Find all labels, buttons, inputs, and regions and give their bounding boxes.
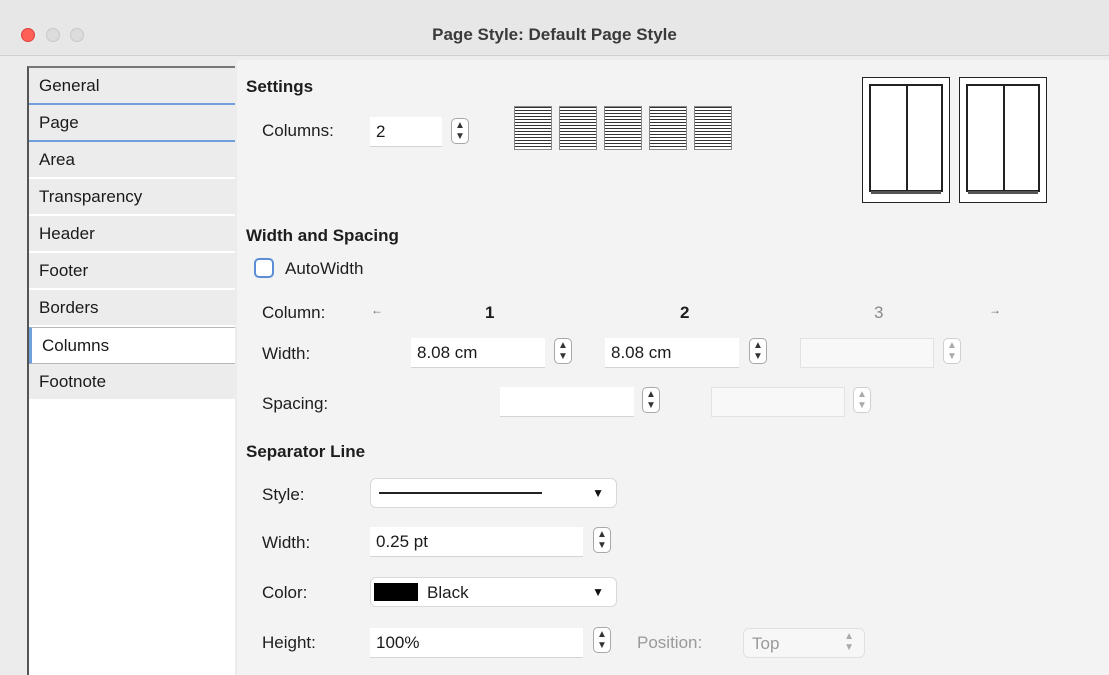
page-preview-right (959, 77, 1047, 203)
settings-heading: Settings (246, 77, 314, 96)
autowidth-label: AutoWidth (285, 259, 364, 278)
column-3-width-stepper-icon[interactable]: ▲ ▼ (943, 338, 961, 364)
style-dropdown[interactable]: ▼ (370, 478, 617, 508)
line-width-input[interactable]: 0.25 pt (370, 527, 583, 557)
line-width-label: Width: (262, 533, 311, 552)
column-1-width-stepper-icon[interactable]: ▲ ▼ (554, 338, 572, 364)
height-label: Height: (262, 633, 316, 652)
column-1-width-input[interactable]: 8.08 cm (411, 338, 545, 368)
position-value: Top (752, 634, 780, 653)
arrow-right-icon[interactable]: → (989, 303, 1001, 317)
columns-label: Columns: (262, 121, 334, 140)
width-spacing-heading: Width and Spacing (246, 226, 399, 245)
tab-page[interactable]: Page (29, 105, 235, 142)
stepper-icon: ▲ ▼ (844, 631, 854, 653)
column-2-width-stepper-icon[interactable]: ▲ ▼ (749, 338, 767, 364)
layout-left-big-button[interactable] (649, 106, 687, 150)
tab-transparency[interactable]: Transparency (29, 179, 235, 216)
line-style-preview (379, 492, 542, 494)
spacing-2-input[interactable] (711, 387, 845, 417)
spacing-1-input[interactable] (500, 387, 634, 417)
position-dropdown[interactable]: Top ▲ ▼ (743, 628, 865, 658)
width-label: Width: (262, 344, 311, 363)
tab-footnote[interactable]: Footnote (29, 364, 235, 401)
window-title: Page Style: Default Page Style (432, 25, 677, 44)
columns-stepper-icon[interactable]: ▲ ▼ (451, 118, 469, 144)
position-label: Position: (637, 633, 703, 652)
color-dropdown[interactable]: Black ▼ (370, 577, 617, 607)
spacing-1-stepper-icon[interactable]: ▲ ▼ (642, 387, 660, 413)
spacing-label: Spacing: (262, 394, 329, 413)
chevron-down-icon: ▼ (592, 585, 604, 599)
color-value: Black (427, 583, 469, 602)
tab-columns[interactable]: Columns (29, 327, 235, 364)
height-input[interactable]: 100% (370, 628, 583, 658)
tab-general[interactable]: General (29, 68, 235, 105)
column-number-2: 2 (680, 303, 690, 322)
color-label: Color: (262, 583, 308, 602)
column-2-width-input[interactable]: 8.08 cm (605, 338, 739, 368)
layout-1-column-button[interactable] (514, 106, 552, 150)
layout-2-columns-button[interactable] (559, 106, 597, 150)
layout-3-columns-button[interactable] (604, 106, 642, 150)
columns-panel: Settings Columns: 2 ▲ ▼ Width and Spacing… (237, 60, 1109, 675)
chevron-down-icon: ▼ (592, 486, 604, 500)
tab-area[interactable]: Area (29, 142, 235, 179)
page-preview-left (862, 77, 950, 203)
sidebar: General Page Area Transparency Header Fo… (27, 66, 235, 675)
tab-header[interactable]: Header (29, 216, 235, 253)
column-number-3: 3 (874, 303, 884, 322)
autowidth-checkbox[interactable] (254, 258, 274, 278)
arrow-left-icon[interactable]: ← (371, 303, 383, 317)
line-width-stepper-icon[interactable]: ▲ ▼ (593, 527, 611, 553)
tab-borders[interactable]: Borders (29, 290, 235, 327)
title-bar: Page Style: Default Page Style (0, 0, 1109, 56)
color-swatch (374, 583, 418, 601)
column-3-width-input[interactable] (800, 338, 934, 368)
style-label: Style: (262, 485, 305, 504)
tab-footer[interactable]: Footer (29, 253, 235, 290)
spacing-2-stepper-icon[interactable]: ▲ ▼ (853, 387, 871, 413)
height-stepper-icon[interactable]: ▲ ▼ (593, 627, 611, 653)
columns-input[interactable]: 2 (370, 117, 442, 147)
separator-heading: Separator Line (246, 442, 366, 461)
column-number-1: 1 (485, 303, 495, 322)
layout-right-big-button[interactable] (694, 106, 732, 150)
column-label: Column: (262, 303, 326, 322)
